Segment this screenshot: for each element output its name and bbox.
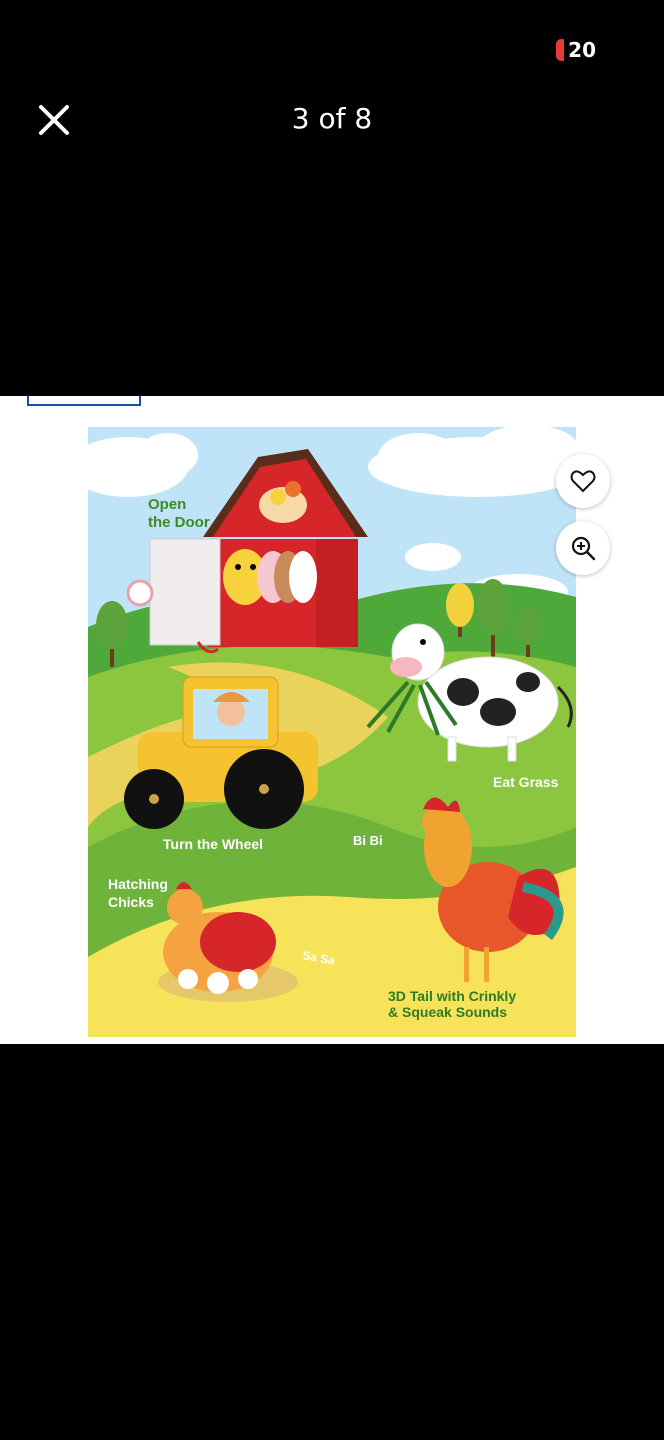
tail-label-2: & Squeak Sounds [388, 1004, 507, 1020]
open-door-label-2: the Door [148, 514, 210, 531]
tail-label-1: 3D Tail with Crinkly [388, 988, 516, 1004]
farm-illustration: Open the Door Eat Grass Turn the Wheel H… [88, 427, 576, 1037]
product-image[interactable]: Open the Door Eat Grass Turn the Wheel H… [88, 427, 576, 1037]
battery-indicator: 20 [556, 38, 596, 62]
eat-grass-label: Eat Grass [493, 774, 559, 790]
gallery-header: 3 of 8 [0, 90, 664, 150]
zoom-button[interactable] [556, 521, 610, 575]
hatching-label-2: Chicks [108, 894, 154, 910]
image-counter: 3 of 8 [291, 102, 373, 135]
turn-wheel-label: Turn the Wheel [163, 836, 263, 852]
battery-level: 20 [568, 38, 596, 62]
status-bar: 20 [0, 0, 664, 100]
zoom-in-icon [571, 536, 596, 561]
hatching-label-1: Hatching [108, 876, 168, 892]
image-viewer[interactable]: Open the Door Eat Grass Turn the Wheel H… [0, 396, 664, 1044]
heart-icon [570, 470, 596, 493]
favorite-button[interactable] [556, 454, 610, 508]
bibi-label: Bi Bi [353, 833, 383, 848]
thumbnail-indicator [27, 396, 141, 406]
open-door-label-1: Open [148, 496, 186, 513]
battery-icon [556, 39, 565, 61]
